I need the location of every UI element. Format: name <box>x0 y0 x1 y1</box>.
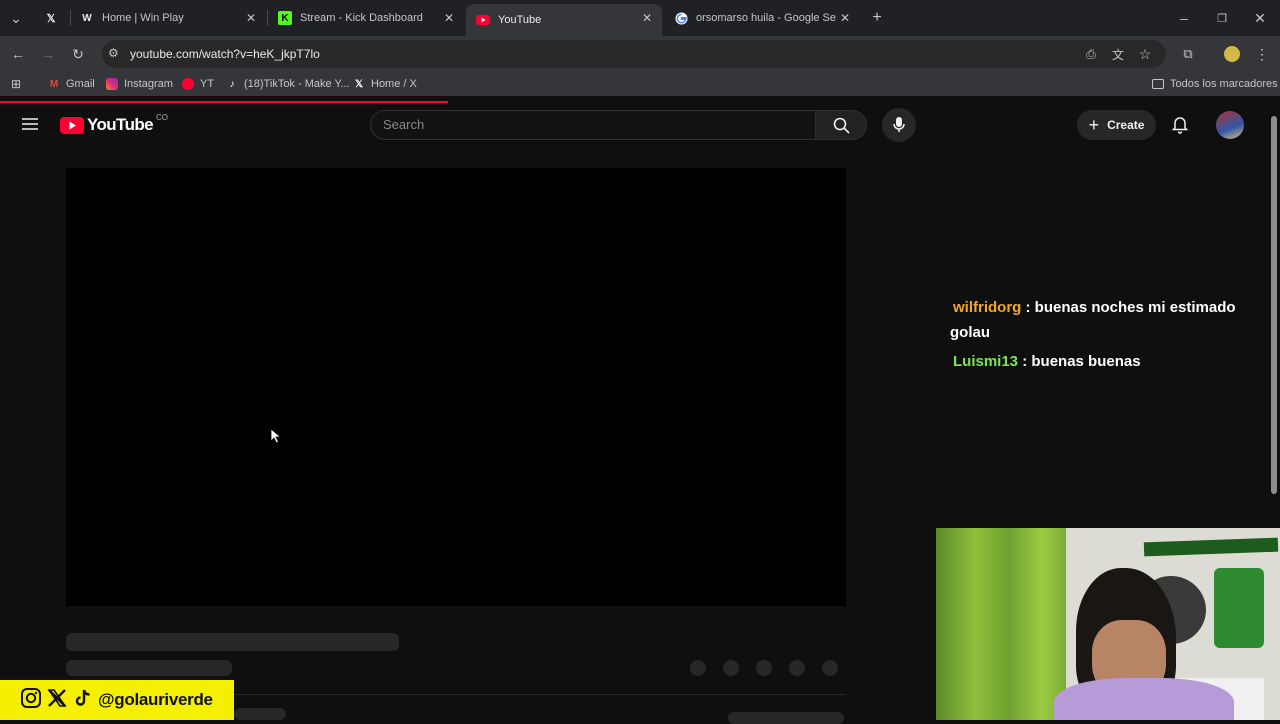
close-icon[interactable]: ✕ <box>246 11 256 25</box>
avatar[interactable] <box>1216 111 1244 139</box>
menu-icon[interactable]: ⋮ <box>1252 44 1272 64</box>
microphone-icon <box>893 117 905 132</box>
winplay-icon: W <box>82 12 92 24</box>
action-skeleton <box>789 660 805 676</box>
forward-icon[interactable]: → <box>38 44 58 64</box>
youtube-play-icon <box>60 116 84 134</box>
translate-icon[interactable]: 文 <box>1108 44 1128 64</box>
reload-icon[interactable]: ↻ <box>68 44 88 64</box>
google-icon <box>674 11 688 25</box>
youtube-icon <box>182 78 194 90</box>
apps-grid-icon[interactable]: ⊞ <box>6 74 26 94</box>
plus-icon: + <box>1088 115 1100 135</box>
notifications-bell-icon[interactable] <box>1170 114 1190 134</box>
tab-google[interactable]: orsomarso huila - Google Searc ✕ <box>664 4 860 32</box>
mouse-cursor-icon <box>270 428 282 449</box>
social-handle: @golauriverde <box>98 690 213 709</box>
action-skeleton <box>756 660 772 676</box>
window-close-icon[interactable]: ✕ <box>1250 8 1270 28</box>
search-button[interactable] <box>815 110 867 140</box>
install-app-icon[interactable]: ⎙ <box>1081 44 1101 64</box>
chat-text: : buenas buenas <box>1022 353 1141 370</box>
search-input[interactable]: Search <box>370 110 816 140</box>
action-skeleton <box>822 660 838 676</box>
video-player[interactable] <box>66 168 846 606</box>
tab-strip: ⌄ 𝕏 W Home | Win Play ✕ K Stream - Kick … <box>0 0 1280 36</box>
search-icon <box>833 117 850 134</box>
profile-icon[interactable] <box>1222 44 1242 64</box>
bookmark-instagram[interactable]: Instagram <box>106 76 173 92</box>
tab-search-icon[interactable]: ⌄ <box>6 8 26 28</box>
tiktok-icon <box>72 687 94 714</box>
bookmark-star-icon[interactable]: ☆ <box>1135 44 1155 64</box>
social-handle-banner: @golauriverde <box>0 680 234 720</box>
hamburger-menu-icon[interactable] <box>20 114 40 134</box>
logo-text: YouTube <box>87 115 154 134</box>
tab-winplay[interactable]: W Home | Win Play ✕ <box>70 4 266 32</box>
bookmark-tiktok[interactable]: ♪ (18)TikTok - Make Y... <box>226 76 350 92</box>
instagram-icon <box>106 78 118 90</box>
bookmark-yt[interactable]: YT <box>182 76 214 92</box>
extensions-icon[interactable]: ⧉ <box>1178 44 1198 64</box>
tiktok-icon: ♪ <box>229 78 235 90</box>
instagram-icon <box>20 687 42 714</box>
site-info-icon[interactable]: ⚙ <box>108 46 124 62</box>
back-icon[interactable]: ← <box>8 44 28 64</box>
x-logo-icon <box>46 687 68 714</box>
tab-youtube[interactable]: YouTube ✕ <box>466 4 662 36</box>
close-icon[interactable]: ✕ <box>444 11 454 25</box>
chat-message: wilfridorg : buenas noches mi estimado g… <box>950 295 1268 345</box>
chat-username: wilfridorg <box>953 299 1022 316</box>
voice-search-button[interactable] <box>882 108 916 142</box>
bookmarks-bar: ⊞ M Gmail Instagram YT ♪ (18)TikTok - Ma… <box>0 72 1280 96</box>
chat-message: Luismi13 : buenas buenas <box>950 349 1268 374</box>
browser-toolbar: ← → ↻ ⚙ youtube.com/watch?v=heK_jkpT7lo … <box>0 36 1280 72</box>
tab-title: orsomarso huila - Google Searc <box>696 12 836 24</box>
youtube-icon <box>476 13 490 27</box>
webcam-feed <box>936 528 1280 720</box>
folder-icon <box>1152 79 1164 89</box>
url-text[interactable]: youtube.com/watch?v=heK_jkpT7lo <box>130 47 320 61</box>
kick-icon: K <box>278 11 292 25</box>
bookmark-x[interactable]: 𝕏 Home / X <box>353 76 417 92</box>
bookmark-gmail[interactable]: M Gmail <box>48 76 95 92</box>
chat-username: Luismi13 <box>953 353 1019 370</box>
address-bar[interactable]: ⚙ youtube.com/watch?v=heK_jkpT7lo <box>102 40 1166 68</box>
meta-skeleton <box>234 708 286 720</box>
tab-x[interactable]: 𝕏 <box>34 4 70 32</box>
tab-kick[interactable]: K Stream - Kick Dashboard ✕ <box>268 4 464 32</box>
action-skeleton <box>690 660 706 676</box>
close-icon[interactable]: ✕ <box>840 11 850 25</box>
tab-title: Stream - Kick Dashboard <box>300 12 423 24</box>
title-skeleton <box>66 633 399 651</box>
country-code: CO <box>156 112 168 122</box>
tab-title: YouTube <box>498 14 542 26</box>
close-icon[interactable]: ✕ <box>642 11 652 25</box>
new-tab-icon[interactable]: + <box>867 8 887 28</box>
minimize-icon[interactable]: – <box>1174 8 1194 28</box>
x-logo-icon: 𝕏 <box>46 12 56 25</box>
gmail-icon: M <box>49 78 59 90</box>
meta-skeleton <box>728 712 844 724</box>
scrollbar-thumb[interactable] <box>1271 116 1277 494</box>
all-bookmarks[interactable]: Todos los marcadores <box>1152 76 1278 92</box>
restore-icon[interactable]: ❐ <box>1212 8 1232 28</box>
x-logo-icon: 𝕏 <box>354 78 364 90</box>
tab-title: Home | Win Play <box>102 12 184 24</box>
create-label: Create <box>1107 118 1145 132</box>
youtube-logo[interactable]: YouTube CO <box>60 112 168 136</box>
action-skeleton <box>723 660 739 676</box>
create-button[interactable]: + Create <box>1077 110 1156 140</box>
channel-skeleton <box>66 660 232 676</box>
